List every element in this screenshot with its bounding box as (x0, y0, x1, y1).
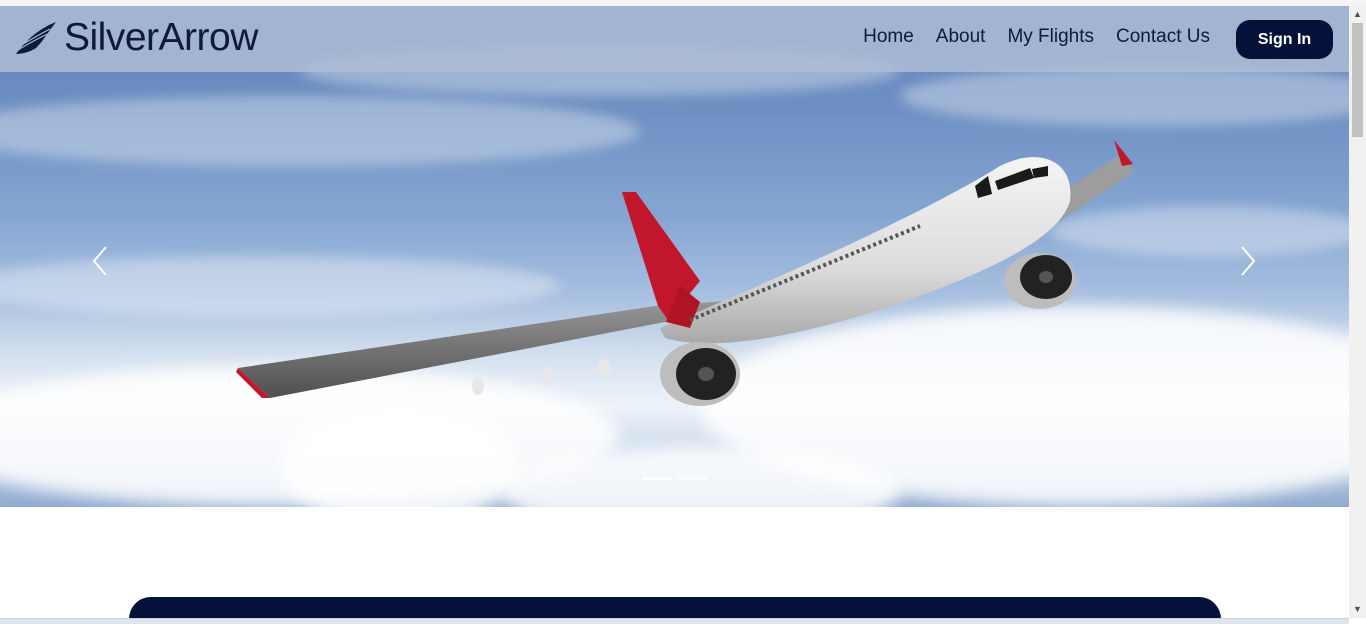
scroll-up-arrow-icon[interactable]: ▲ (1349, 6, 1366, 23)
vertical-scrollbar[interactable]: ▲ ▼ (1349, 6, 1366, 618)
sign-in-button[interactable]: Sign In (1236, 20, 1333, 59)
airplane-image (236, 140, 1135, 406)
brand-name: SilverArrow (64, 16, 258, 59)
nav-my-flights-link[interactable]: My Flights (1007, 26, 1094, 48)
window-bottom-edge (0, 618, 1349, 624)
wing-icon (16, 22, 56, 54)
nav-contact-us-link[interactable]: Contact Us (1116, 26, 1210, 48)
chevron-left-icon (92, 246, 107, 276)
chevron-right-icon (1241, 246, 1256, 276)
carousel-next-button[interactable] (1232, 241, 1262, 281)
carousel-prev-button[interactable] (86, 241, 116, 281)
page: SilverArrow Home About My Flights Contac… (0, 0, 1366, 624)
scroll-down-arrow-icon[interactable]: ▼ (1349, 601, 1366, 618)
nav-menu: Home About My Flights Contact Us (863, 26, 1210, 48)
nav-home-link[interactable]: Home (863, 26, 914, 48)
nav-about-link[interactable]: About (936, 26, 986, 48)
navbar: SilverArrow Home About My Flights Contac… (0, 6, 1349, 72)
carousel-indicators (642, 477, 708, 480)
carousel-indicator-2[interactable] (678, 477, 708, 480)
scrollbar-thumb[interactable] (1352, 23, 1363, 137)
brand-link[interactable]: SilverArrow (14, 16, 258, 60)
hero-carousel (0, 6, 1349, 507)
carousel-indicator-1[interactable] (642, 477, 672, 480)
